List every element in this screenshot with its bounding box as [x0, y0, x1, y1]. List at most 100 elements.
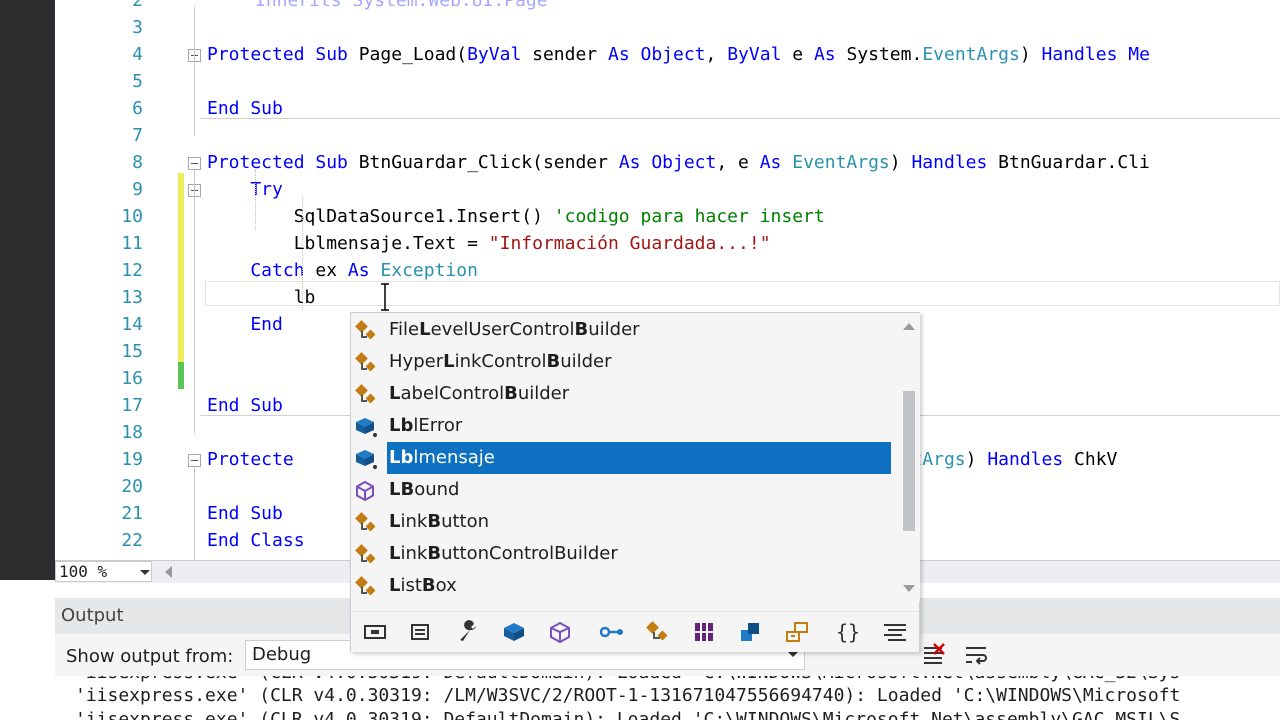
filter-field-icon[interactable]	[500, 618, 528, 646]
code-line[interactable]: 8 Protected Sub BtnGuardar_Click(sender A…	[55, 149, 1280, 176]
completion-label-part: ist	[400, 575, 422, 596]
completion-item[interactable]: LinkButtonControlBuilder	[351, 538, 891, 570]
code-text: Inherits System.Web.UI.Page	[255, 0, 548, 14]
completion-label-part: B	[421, 575, 436, 596]
completion-item[interactable]: LBound	[351, 474, 891, 506]
scroll-thumb[interactable]	[903, 391, 915, 531]
completion-label-part: L	[389, 383, 401, 404]
code-token: Me	[1128, 44, 1150, 65]
filter-class-icon[interactable]	[645, 618, 673, 646]
filter-structure-icon[interactable]	[690, 618, 718, 646]
completion-label-part: L	[389, 543, 401, 564]
line-number: 13	[121, 287, 143, 308]
code-token: Try	[207, 179, 283, 200]
code-token: As	[813, 44, 847, 65]
completion-filter-toolbar: {}	[351, 611, 919, 652]
code-token: EventArgs	[922, 44, 1020, 65]
indent-guide	[302, 197, 303, 310]
clear-all-icon[interactable]	[920, 642, 946, 668]
code-token: lb	[207, 287, 316, 308]
code-text: Catch ex As Exception	[207, 257, 478, 284]
output-text-area[interactable]: 'iisexpress.exe' (CLR v4.0.30319: Defaul…	[55, 676, 1280, 720]
code-line[interactable]: 5	[55, 68, 1280, 95]
code-token: Handles	[987, 449, 1075, 470]
filter-keyword-icon[interactable]	[881, 618, 909, 646]
code-token: As	[347, 260, 381, 281]
line-number: 11	[121, 233, 143, 254]
line-number: 4	[132, 44, 143, 65]
filter-module-icon[interactable]	[406, 618, 434, 646]
toggle-word-wrap-icon[interactable]	[963, 642, 989, 668]
code-token: End Sub	[207, 395, 283, 416]
outline-guide	[194, 466, 195, 560]
code-line[interactable]: 7	[55, 122, 1280, 149]
completion-item[interactable]: Lblmensaje	[351, 442, 891, 474]
completion-label-part: File	[389, 319, 420, 340]
completion-item-label: LBound	[389, 474, 459, 506]
completion-item[interactable]: LblError	[351, 410, 891, 442]
completion-item[interactable]: HyperLinkControlBuilder	[351, 346, 891, 378]
completion-list-scrollbar[interactable]	[896, 313, 920, 601]
code-token: End Class	[207, 530, 305, 551]
line-number: 18	[121, 422, 143, 443]
class-icon	[354, 320, 376, 340]
completion-label-part: B	[546, 351, 561, 372]
code-token: ex	[315, 260, 348, 281]
completion-item[interactable]: LabelControlBuilder	[351, 378, 891, 410]
code-line[interactable]: 9 Try	[55, 176, 1280, 203]
code-token: )	[1019, 44, 1042, 65]
zoom-combo[interactable]: 100 %	[55, 561, 152, 582]
completion-label-part: B	[504, 383, 518, 404]
code-text: Try	[207, 176, 283, 203]
completion-label-part: Lb	[389, 415, 414, 436]
code-token: Page_Load(	[358, 44, 468, 65]
line-number: 6	[132, 98, 143, 119]
completion-item[interactable]: FileLevelUserControlBuilder	[351, 314, 891, 346]
line-number: 15	[121, 341, 143, 362]
line-number: 2	[132, 0, 143, 11]
scroll-up-arrow-icon[interactable]	[903, 323, 915, 330]
completion-item[interactable]: LinkButton	[351, 506, 891, 538]
code-text: Protected Sub BtnGuardar_Click(sender As…	[207, 149, 1150, 176]
intellisense-completion-list[interactable]: {} FileLevelUserControlBuilder HyperLinkC…	[350, 312, 920, 652]
code-text: SqlDataSource1.Insert() 'codigo para hac…	[207, 203, 825, 230]
code-line[interactable]: 12 Catch ex As Exception	[55, 257, 1280, 284]
text-cursor-ibeam-icon	[381, 283, 389, 311]
code-token: As	[759, 152, 793, 173]
code-line[interactable]: 13 lb	[55, 284, 1280, 311]
completion-item[interactable]: ListBox	[351, 570, 891, 602]
scroll-down-arrow-icon[interactable]	[903, 585, 915, 592]
completion-label-part: uilder	[588, 319, 640, 340]
method-icon	[354, 480, 376, 502]
filter-enum-icon[interactable]	[736, 618, 764, 646]
line-number: 10	[121, 206, 143, 227]
filter-snippet-icon[interactable]	[361, 618, 389, 646]
code-line[interactable]: 4 Protected Sub Page_Load(ByVal sender As…	[55, 41, 1280, 68]
output-line: 'iisexpress.exe' (CLR v4.0.30319: Defaul…	[75, 709, 1181, 720]
procedure-separator	[200, 118, 1280, 119]
filter-property-icon[interactable]	[454, 618, 482, 646]
code-line[interactable]: 11 Lblmensaje.Text = "Información Guarda…	[55, 230, 1280, 257]
saved-change-marker	[178, 362, 184, 389]
indent-guide	[255, 170, 256, 230]
completion-label-part: evelUserControl	[430, 319, 575, 340]
completion-label-part: abelControl	[400, 383, 505, 404]
filter-method-icon[interactable]	[546, 618, 574, 646]
line-number: 21	[121, 503, 143, 524]
code-token: Catch	[207, 260, 316, 281]
completion-label-part: lmensaje	[413, 447, 495, 468]
code-line[interactable]: 3	[55, 14, 1280, 41]
code-token: System.	[846, 44, 923, 65]
code-token: ByVal	[727, 44, 793, 65]
completion-item-label: Lblmensaje	[389, 442, 495, 474]
unsaved-change-marker	[178, 173, 184, 362]
filter-namespace-icon[interactable]: {}	[833, 618, 861, 646]
filter-interface-icon[interactable]	[598, 618, 626, 646]
field-icon	[354, 416, 377, 437]
filter-delegate-icon[interactable]	[783, 618, 811, 646]
code-line[interactable]: 10 SqlDataSource1.Insert() 'codigo para …	[55, 203, 1280, 230]
code-line[interactable]: 2 Inherits System.Web.UI.Page	[55, 0, 1280, 14]
scroll-left-arrow-icon[interactable]	[165, 566, 172, 578]
code-token: End Sub	[207, 98, 283, 119]
svg-text:{}: {}	[836, 620, 860, 644]
